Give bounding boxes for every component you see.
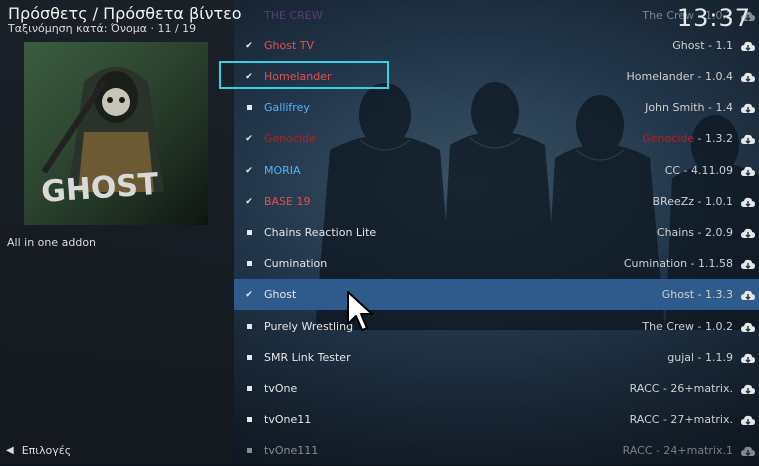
mouse-pointer-icon [346, 290, 376, 338]
options-button[interactable]: ◀ Επιλογές [6, 444, 71, 457]
dot-icon [234, 353, 264, 363]
checkmark-icon: ✔ [245, 289, 253, 300]
dot-icon [234, 259, 264, 269]
addon-name: Cumination [264, 257, 328, 270]
addon-author-version: Ghost - 1.3.3 [661, 288, 733, 301]
addon-name: BASE 19 [264, 195, 311, 208]
focus-highlight [219, 61, 389, 89]
addon-name: Chains Reaction Lite [264, 226, 377, 239]
options-label: Επιλογές [21, 444, 72, 457]
cloud-download-icon[interactable] [737, 351, 759, 364]
addon-name: Ghost TV [264, 39, 315, 52]
addon-list-item[interactable]: tvOne111 RACC - 24+matrix.1 [234, 435, 759, 466]
dot-icon [234, 322, 264, 332]
addon-author-version: RACC - 26+matrix. [629, 382, 733, 395]
addon-version: - 1.3.2 [694, 132, 733, 145]
checkmark-icon: ✔ [245, 133, 253, 144]
addon-author-version: CC - 4.11.09 [664, 164, 733, 177]
cloud-download-icon[interactable] [737, 70, 759, 83]
addon-thumbnail: GHOST [24, 42, 208, 225]
addon-name: tvOne111 [264, 444, 319, 457]
addon-name: THE CREW [264, 9, 323, 22]
addon-author-version: Chains - 2.0.9 [656, 226, 733, 239]
addon-list-item[interactable]: ✔ BASE 19 BReeZz - 1.0.1 [234, 186, 759, 217]
addon-list-item[interactable]: ✔ Ghost Ghost - 1.3.3 [234, 279, 759, 310]
cloud-download-icon[interactable] [737, 101, 759, 114]
addon-name: tvOne [264, 382, 298, 395]
cloud-download-icon[interactable] [737, 320, 759, 333]
cloud-download-icon[interactable] [737, 257, 759, 270]
addon-author-version: The Crew - 1.0.2 [642, 320, 733, 333]
addon-author-version: John Smith - 1.4 [645, 101, 733, 114]
cloud-download-icon[interactable] [737, 164, 759, 177]
cloud-download-icon[interactable] [737, 413, 759, 426]
addon-name: Gallifrey [264, 101, 310, 114]
addon-name: Genocide [264, 132, 316, 145]
dot-icon [234, 384, 264, 394]
addon-list-item[interactable]: tvOne RACC - 26+matrix. [234, 373, 759, 404]
cloud-download-icon[interactable] [737, 288, 759, 301]
addon-name: SMR Link Tester [264, 351, 351, 364]
page-title: Πρόσθετς / Πρόσθετα βίντεο [8, 4, 242, 23]
dot-icon [234, 103, 264, 113]
chevron-left-icon: ◀ [6, 445, 14, 456]
addon-author-version: gujal - 1.1.9 [667, 351, 733, 364]
addon-author-version: Genocide - 1.3.2 [464, 132, 737, 145]
cloud-download-icon[interactable] [737, 226, 759, 239]
cloud-download-icon[interactable] [737, 444, 759, 457]
addon-author-version: RACC - 24+matrix.1 [622, 444, 733, 457]
addon-author-version: Cumination - 1.1.58 [623, 257, 733, 270]
addon-name: tvOne11 [264, 413, 312, 426]
dot-icon [234, 446, 264, 456]
addon-description: All in one addon [7, 236, 97, 249]
addon-list-item[interactable]: Purely Wrestling The Crew - 1.0.2 [234, 311, 759, 342]
addon-list-item[interactable]: Gallifrey John Smith - 1.4 [234, 92, 759, 123]
addon-list-item[interactable]: ✔ Ghost TV Ghost - 1.1 [234, 30, 759, 61]
cloud-download-icon[interactable] [737, 382, 759, 395]
checkmark-icon: ✔ [245, 40, 253, 51]
cloud-download-icon[interactable] [737, 132, 759, 145]
addon-author-version: Homelander - 1.0.4 [626, 70, 733, 83]
addon-list-item[interactable]: ✔ Genocide Genocide - 1.3.2 [234, 123, 759, 154]
cloud-download-icon[interactable] [737, 39, 759, 52]
addon-list-item[interactable]: SMR Link Tester gujal - 1.1.9 [234, 342, 759, 373]
addon-author-version: BReeZz - 1.0.1 [652, 195, 734, 208]
sort-info: Ταξινόμηση κατά: Όνομα · 11 / 19 [8, 22, 197, 35]
cloud-download-icon[interactable] [737, 195, 759, 208]
addon-author: Genocide [642, 132, 695, 145]
addon-author-version: Ghost - 1.1 [672, 39, 733, 52]
addon-list-item[interactable]: ✔ MORIA CC - 4.11.09 [234, 155, 759, 186]
checkmark-icon: ✔ [245, 165, 253, 176]
addon-list-item[interactable]: tvOne11 RACC - 27+matrix. [234, 404, 759, 435]
clock: 13:37 [676, 4, 751, 32]
dot-icon [234, 228, 264, 238]
addon-author-version: RACC - 27+matrix. [629, 413, 733, 426]
checkmark-icon: ✔ [245, 196, 253, 207]
addon-list-item[interactable]: Chains Reaction Lite Chains - 2.0.9 [234, 217, 759, 248]
addon-name: MORIA [264, 164, 301, 177]
dot-icon [234, 415, 264, 425]
addon-list-item[interactable]: Cumination Cumination - 1.1.58 [234, 248, 759, 279]
